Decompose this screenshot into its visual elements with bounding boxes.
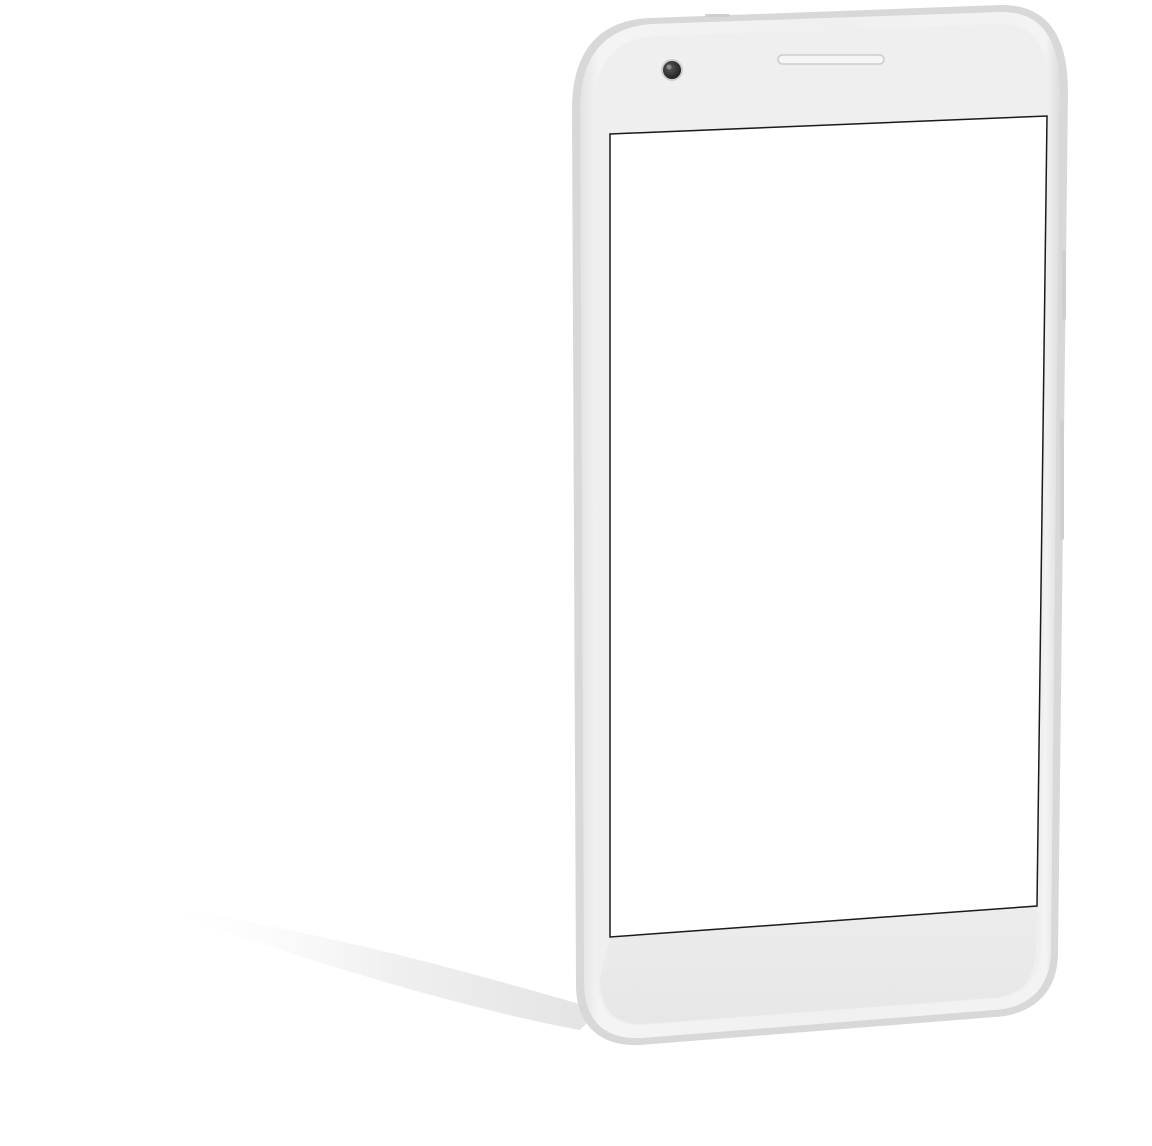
- camera-glint: [666, 64, 672, 70]
- phone-shadow: [150, 905, 600, 1030]
- front-camera-icon: [661, 59, 683, 81]
- power-button: [1062, 250, 1066, 320]
- earpiece-speaker-icon: [777, 54, 885, 65]
- phone-mockup-illustration: [150, 4, 1068, 1046]
- phone-mockup-stage: [0, 0, 1152, 1146]
- volume-button: [1060, 420, 1064, 540]
- top-edge-port: [705, 14, 730, 17]
- phone-screen: [609, 115, 1048, 938]
